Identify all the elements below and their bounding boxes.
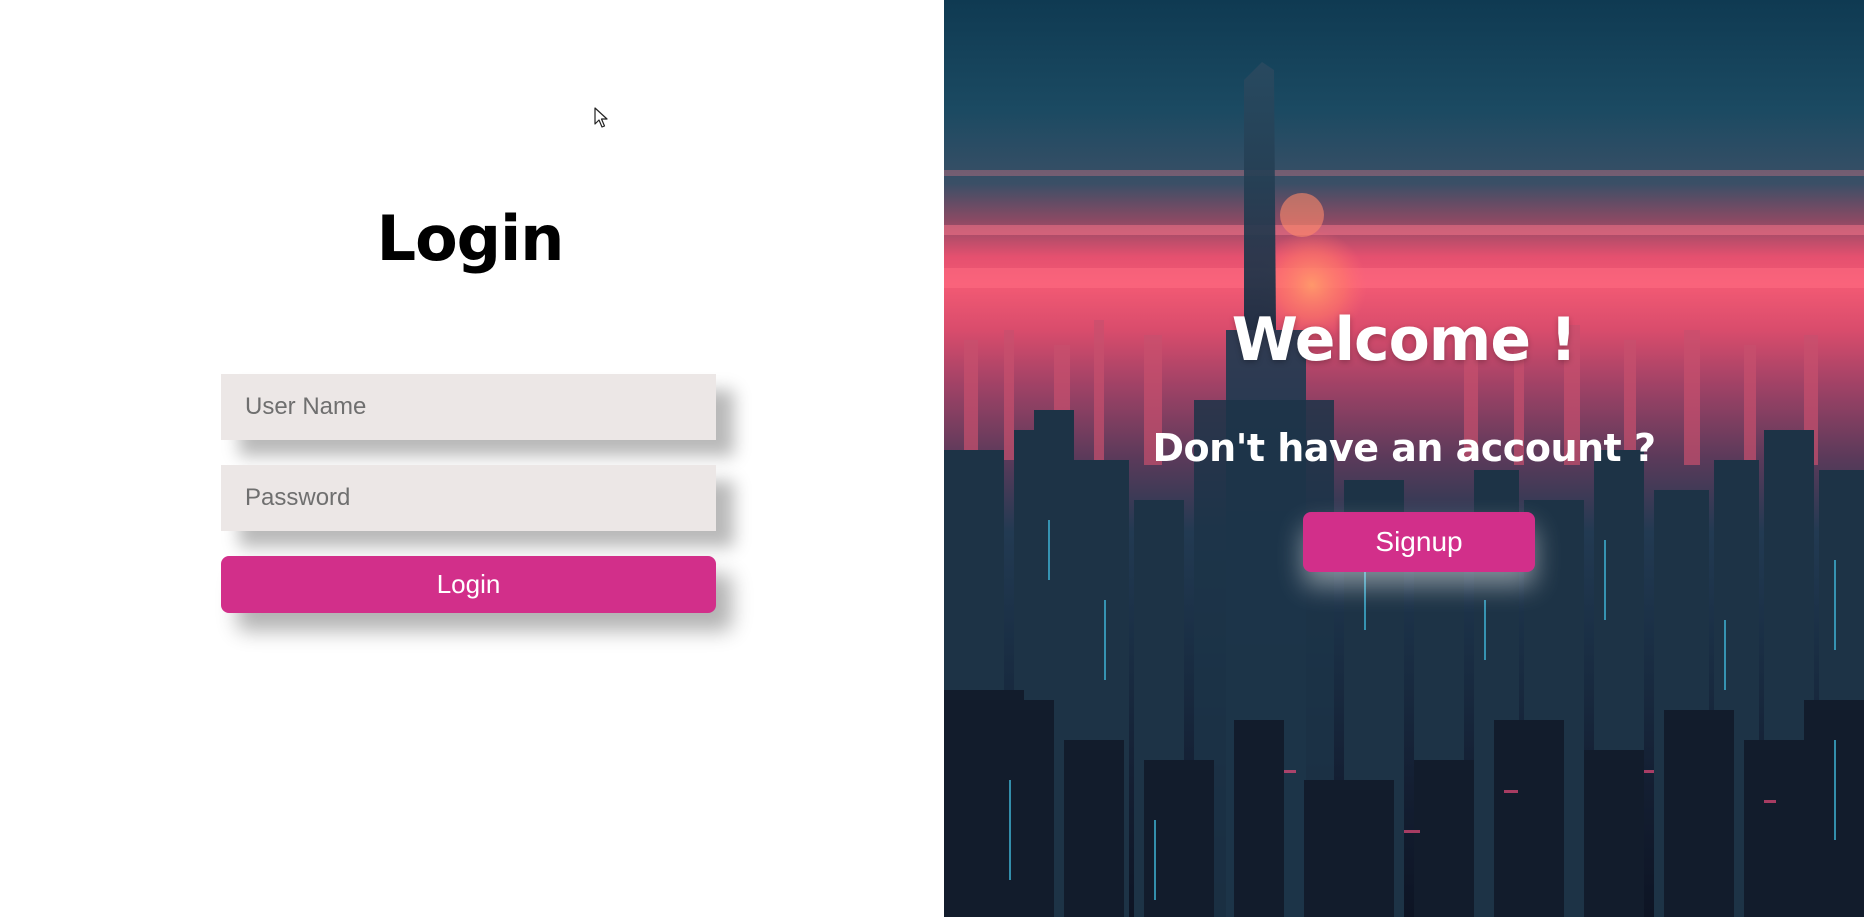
login-button[interactable]: Login <box>221 556 716 613</box>
welcome-panel: Welcome ! Don't have an account ? Signup <box>944 0 1864 917</box>
mouse-pointer-icon <box>594 107 608 128</box>
welcome-title: Welcome ! <box>1231 305 1578 375</box>
password-input[interactable] <box>221 465 716 531</box>
login-panel: Login Login <box>0 0 944 917</box>
signup-button[interactable]: Signup <box>1303 512 1535 572</box>
login-title: Login <box>376 202 565 275</box>
username-input[interactable] <box>221 374 716 440</box>
no-account-prompt: Don't have an account ? <box>1152 426 1656 470</box>
login-page: Login Login <box>0 0 1864 917</box>
